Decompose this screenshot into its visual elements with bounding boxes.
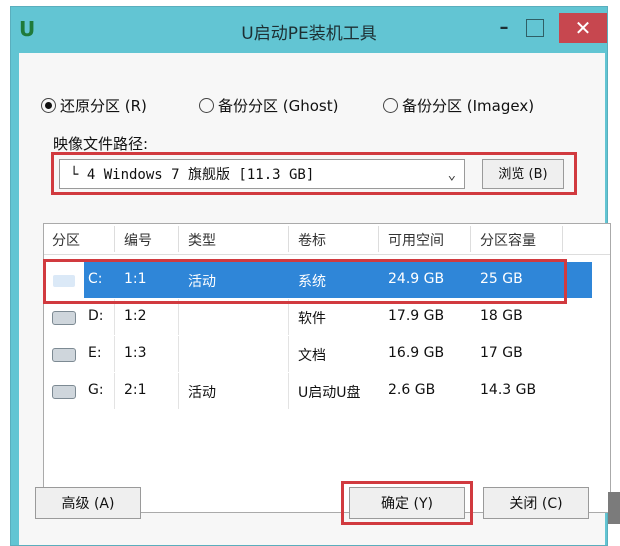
image-path-label: 映像文件路径: (53, 135, 149, 153)
mode-radio-group: 还原分区 (R) 备份分区 (Ghost) 备份分区 (Imagex) (41, 91, 581, 117)
column-divider (114, 299, 115, 335)
advanced-button[interactable]: 高级 (A) (35, 487, 141, 519)
highlight-box-selected-partition (43, 259, 567, 304)
close-button[interactable]: ✕ (559, 13, 607, 43)
column-divider (114, 373, 115, 409)
title-bar[interactable]: U U启动PE装机工具 – ✕ (11, 7, 607, 53)
partition-row[interactable]: G: 2:1 活动 U启动U盘 2.6 GB 14.3 GB (44, 373, 610, 409)
column-header-partition[interactable]: 分区 (52, 230, 80, 250)
column-divider (178, 336, 179, 372)
radio-unselected-icon (199, 98, 214, 113)
cell-volume-label: 文档 (298, 348, 326, 364)
column-divider (288, 373, 289, 409)
column-header-type[interactable]: 类型 (188, 230, 216, 250)
column-header-volume-label[interactable]: 卷标 (298, 230, 326, 250)
highlight-box-ok (341, 481, 473, 525)
highlight-box-image-path (51, 152, 577, 195)
minimize-button[interactable]: – (491, 17, 517, 39)
column-divider (288, 226, 289, 252)
cell-volume-label: 软件 (298, 311, 326, 327)
maximize-button[interactable] (526, 19, 544, 37)
column-header-free-space[interactable]: 可用空间 (388, 230, 444, 250)
cell-capacity: 18 GB (480, 308, 523, 324)
partition-list-header: 分区 编号 类型 卷标 可用空间 分区容量 (44, 224, 610, 255)
cell-type: 活动 (188, 385, 216, 401)
column-divider (562, 226, 563, 252)
column-header-capacity[interactable]: 分区容量 (480, 230, 536, 250)
radio-label: 还原分区 (R) (60, 97, 147, 115)
column-divider (114, 226, 115, 252)
cell-number: 1:3 (124, 345, 147, 361)
cell-number: 2:1 (124, 382, 147, 398)
window-title: U启动PE装机工具 (241, 24, 377, 44)
cell-free-space: 2.6 GB (388, 382, 436, 398)
cell-drive: E: (88, 345, 102, 361)
radio-backup-ghost[interactable]: 备份分区 (Ghost) (199, 95, 338, 116)
partition-row[interactable]: E: 1:3 文档 16.9 GB 17 GB (44, 336, 610, 372)
hard-drive-icon (52, 348, 76, 362)
radio-label: 备份分区 (Imagex) (402, 97, 535, 115)
radio-label: 备份分区 (Ghost) (218, 97, 339, 115)
radio-unselected-icon (383, 98, 398, 113)
close-dialog-button[interactable]: 关闭 (C) (483, 487, 589, 519)
cell-drive: D: (88, 308, 104, 324)
partition-row[interactable]: D: 1:2 软件 17.9 GB 18 GB (44, 299, 610, 335)
usb-drive-icon (52, 385, 76, 399)
installer-window: U U启动PE装机工具 – ✕ 还原分区 (R) 备份分区 (Ghost) 备份… (10, 6, 611, 546)
radio-backup-imagex[interactable]: 备份分区 (Imagex) (383, 95, 534, 116)
column-divider (288, 336, 289, 372)
cell-capacity: 17 GB (480, 345, 523, 361)
hard-drive-icon (52, 311, 76, 325)
cell-free-space: 16.9 GB (388, 345, 445, 361)
radio-restore-partition[interactable]: 还原分区 (R) (41, 95, 147, 116)
column-divider (178, 299, 179, 335)
column-header-number[interactable]: 编号 (124, 230, 152, 250)
side-edge-fragment (608, 492, 620, 524)
cell-number: 1:2 (124, 308, 147, 324)
column-divider (178, 373, 179, 409)
column-divider (378, 226, 379, 252)
cell-drive: G: (88, 382, 104, 398)
cell-free-space: 17.9 GB (388, 308, 445, 324)
column-divider (114, 336, 115, 372)
radio-selected-icon (41, 98, 56, 113)
column-divider (178, 226, 179, 252)
cell-volume-label: U启动U盘 (298, 385, 361, 401)
column-divider (288, 299, 289, 335)
cell-capacity: 14.3 GB (480, 382, 537, 398)
column-divider (470, 226, 471, 252)
